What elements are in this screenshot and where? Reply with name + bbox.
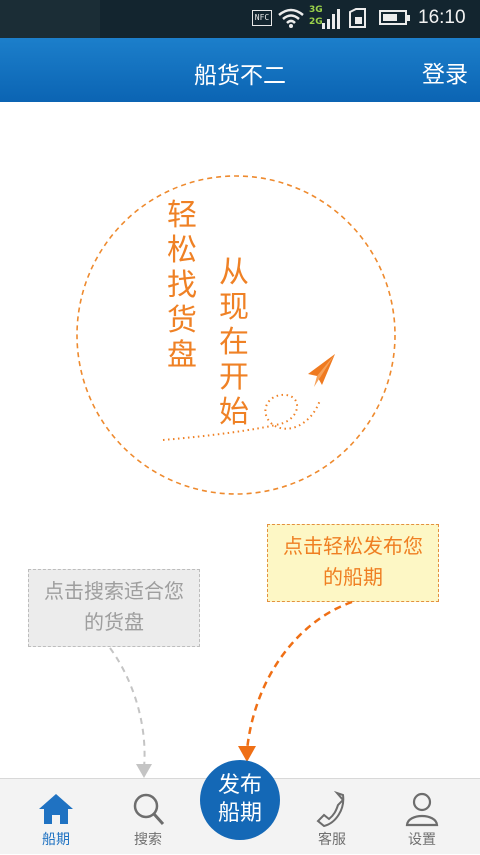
hero-slogan-1: 轻松找货盘 [167,198,197,373]
tab-label-customer-service: 客服 [318,832,346,848]
paper-plane-icon [308,354,335,387]
sim-card-icon [349,8,366,28]
tab-label-ships: 船期 [42,832,70,848]
user-icon [405,792,439,827]
publish-button-line-2: 船期 [218,801,263,826]
network-2g-label: 2G [309,17,323,27]
battery-icon [379,10,410,25]
tab-ships[interactable]: 船期 [16,779,96,855]
publish-button-line-1: 发布 [218,773,263,798]
tab-settings[interactable]: 设置 [382,779,462,855]
search-arrow [109,647,152,778]
tab-label-settings: 设置 [408,832,436,848]
network-3g-label: 3G [309,5,323,15]
login-button[interactable]: 登录 [422,55,468,89]
search-icon [133,793,165,826]
wifi-icon [278,8,304,28]
app-header: 船货不二 登录 [0,38,480,102]
phone-icon [316,791,345,827]
status-bar: NFC 3G 2G 16:10 [0,0,480,38]
tab-customer-service[interactable]: 客服 [292,779,372,855]
signal-icon [322,9,340,29]
tab-search[interactable]: 搜索 [108,779,188,855]
hero-slogan-2: 从现在开始 [219,255,249,430]
notification-area [0,0,100,38]
hint-arrows [109,600,353,778]
tab-label-search: 搜索 [134,832,162,848]
publish-ship-schedule-button[interactable]: 发布 船期 [200,760,280,840]
battery-level [383,14,397,21]
publish-arrow [238,600,353,762]
home-icon [39,794,73,824]
page-title: 船货不二 [194,63,286,89]
nfc-icon: NFC [252,10,272,26]
status-time: 16:10 [418,7,466,28]
